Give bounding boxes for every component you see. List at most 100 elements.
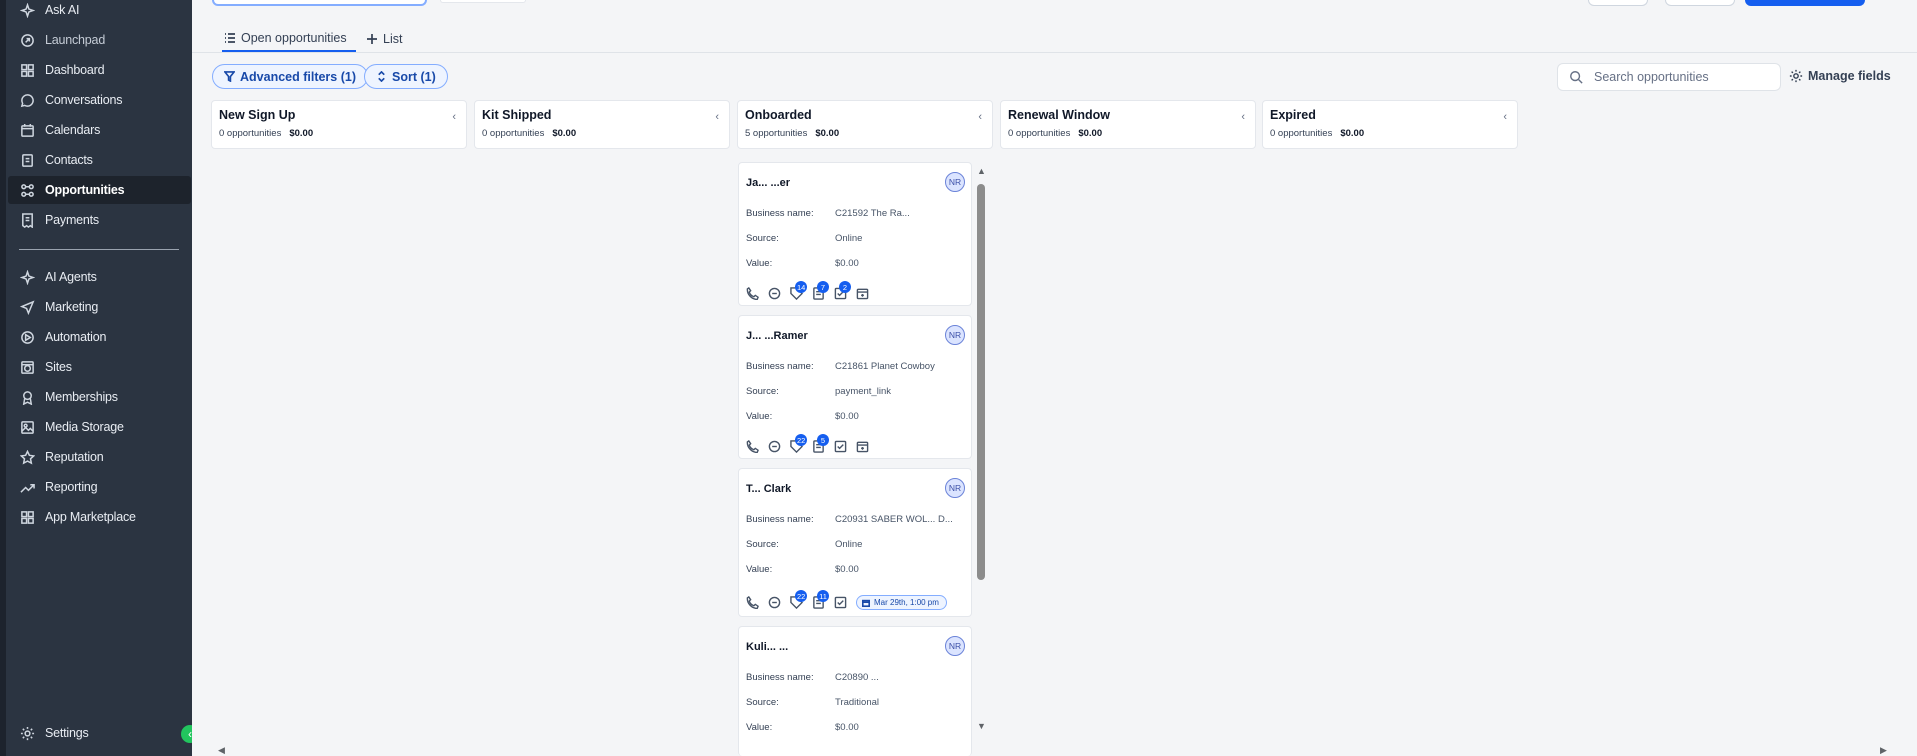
source-value: Traditional (835, 697, 880, 708)
filter-icon (224, 71, 235, 82)
collapse-column-icon[interactable]: ‹ (1503, 111, 1507, 123)
sidebar-item-ai-agents[interactable]: AI Agents (8, 263, 191, 291)
view-tabs: Open opportunities List (192, 20, 1917, 53)
stage-column-header: Expired 0 opportunities $0.00 ‹ (1262, 100, 1518, 149)
stage-name: Renewal Window (1008, 108, 1110, 122)
message-icon[interactable] (768, 287, 781, 300)
top-control[interactable] (440, 0, 526, 3)
avatar[interactable]: NR (945, 478, 965, 498)
sidebar-item-payments[interactable]: Payments (8, 206, 191, 234)
phone-icon[interactable] (746, 595, 759, 610)
avatar[interactable]: NR (945, 325, 965, 345)
tag-count-badge: 14 (795, 281, 808, 293)
sidebar-divider (19, 249, 179, 250)
sidebar-item-automation[interactable]: Automation (8, 323, 191, 351)
sidebar-item-media-storage[interactable]: Media Storage (8, 413, 191, 441)
sidebar-item-ask-ai[interactable]: Ask AI (8, 0, 191, 24)
message-icon[interactable] (768, 440, 781, 453)
sidebar-item-label: Settings (45, 726, 89, 740)
sidebar-item-opportunities[interactable]: Opportunities (8, 176, 191, 204)
sidebar-item-label: Marketing (45, 300, 99, 314)
sidebar-item-sites[interactable]: Sites (8, 353, 191, 381)
sidebar-item-app-marketplace[interactable]: App Marketplace (8, 503, 191, 531)
opportunity-card[interactable]: T... Clark NR Business name: C20931 SABE… (738, 468, 972, 617)
field-label: Business name: (746, 672, 814, 683)
tab-add-list[interactable]: List (366, 26, 402, 52)
sidebar-item-label: Launchpad (45, 33, 106, 47)
advanced-filters-button[interactable]: Advanced filters (1) (212, 64, 369, 89)
source-value: Online (835, 233, 863, 244)
calendar-icon (21, 123, 34, 137)
stage-name: Onboarded (745, 108, 812, 122)
opportunity-card[interactable]: Ja... ...er NR Business name: C21592 The… (738, 162, 972, 306)
tab-label: Open opportunities (241, 31, 347, 45)
vertical-scrollbar[interactable]: ▲ ▼ (976, 166, 986, 731)
field-label: Business name: (746, 361, 814, 372)
view-toggle[interactable] (1588, 0, 1648, 6)
tag-icon[interactable]: 14 (790, 281, 808, 301)
sidebar-item-reputation[interactable]: Reputation (8, 443, 191, 471)
stage-column-header: New Sign Up 0 opportunities $0.00 ‹ (211, 100, 467, 149)
stage-value: $0.00 (1078, 128, 1103, 139)
task-icon[interactable] (834, 596, 847, 609)
card-title: J... ...Ramer (746, 330, 808, 342)
scroll-up-arrow[interactable]: ▲ (977, 166, 986, 176)
field-label: Source: (746, 539, 779, 550)
calendar-add-icon[interactable] (856, 440, 869, 453)
avatar[interactable]: NR (945, 172, 965, 192)
scroll-down-arrow[interactable]: ▼ (977, 721, 986, 731)
note-icon[interactable]: 11 (812, 590, 829, 609)
sidebar-item-conversations[interactable]: Conversations (8, 86, 191, 114)
sidebar-item-memberships[interactable]: Memberships (8, 383, 191, 411)
collapse-column-icon[interactable]: ‹ (978, 111, 982, 123)
chat-bubble-icon (20, 93, 34, 107)
task-icon[interactable] (834, 440, 847, 453)
sidebar-item-dashboard[interactable]: Dashboard (8, 56, 191, 84)
sidebar-item-marketing[interactable]: Marketing (8, 293, 191, 321)
trend-icon (20, 483, 35, 493)
sidebar-item-settings[interactable]: Settings (8, 719, 191, 747)
scroll-right-arrow[interactable]: ▶ (1880, 745, 1887, 756)
scroll-left-arrow[interactable]: ◀ (218, 745, 225, 756)
sidebar-item-label: Conversations (45, 93, 123, 107)
tag-icon[interactable]: 22 (790, 590, 808, 610)
tab-open-opportunities[interactable]: Open opportunities (222, 26, 356, 52)
stage-name: New Sign Up (219, 108, 296, 122)
scrollbar-thumb[interactable] (977, 184, 985, 580)
sidebar-item-label: Opportunities (45, 183, 125, 197)
tag-icon[interactable]: 22 (790, 434, 808, 454)
task-icon[interactable]: 2 (834, 281, 851, 300)
message-icon[interactable] (768, 596, 781, 609)
stage-count: 5 opportunities (745, 128, 808, 139)
card-title: Ja... ...er (746, 177, 791, 189)
sidebar-item-reporting[interactable]: Reporting (8, 473, 191, 501)
import-button[interactable] (1665, 0, 1735, 6)
search-input[interactable]: Search opportunities (1557, 63, 1781, 91)
sidebar-item-contacts[interactable]: Contacts (8, 146, 191, 174)
add-opportunity-button[interactable] (1745, 0, 1865, 6)
pipeline-select[interactable] (212, 0, 427, 6)
opportunity-card[interactable]: J... ...Ramer NR Business name: C21861 P… (738, 315, 972, 459)
collapse-column-icon[interactable]: ‹ (715, 111, 719, 123)
opportunity-card[interactable]: Kuli... ... NR Business name: C20890 ...… (738, 626, 972, 756)
send-icon (20, 299, 35, 315)
phone-icon[interactable] (746, 439, 759, 454)
sidebar-item-launchpad[interactable]: Launchpad (8, 26, 191, 54)
collapse-column-icon[interactable]: ‹ (452, 111, 456, 123)
avatar[interactable]: NR (945, 636, 965, 656)
list-icon (225, 33, 235, 43)
collapse-column-icon[interactable]: ‹ (1241, 111, 1245, 123)
manage-fields-button[interactable]: Manage fields (1789, 65, 1891, 87)
image-icon (21, 420, 34, 434)
calendar-add-icon[interactable] (856, 287, 869, 300)
note-icon[interactable]: 7 (812, 281, 829, 300)
note-icon[interactable]: 5 (812, 434, 829, 453)
sidebar-item-label: Memberships (45, 390, 118, 404)
phone-icon[interactable] (746, 286, 759, 301)
card-actions: 22 5 (746, 434, 878, 454)
sidebar-item-calendars[interactable]: Calendars (8, 116, 191, 144)
gear-icon (1789, 69, 1803, 83)
sidebar-item-label: Contacts (45, 153, 93, 167)
sort-button[interactable]: Sort (1) (364, 64, 448, 89)
appointment-chip[interactable]: Mar 29th, 1:00 pm (856, 595, 947, 610)
